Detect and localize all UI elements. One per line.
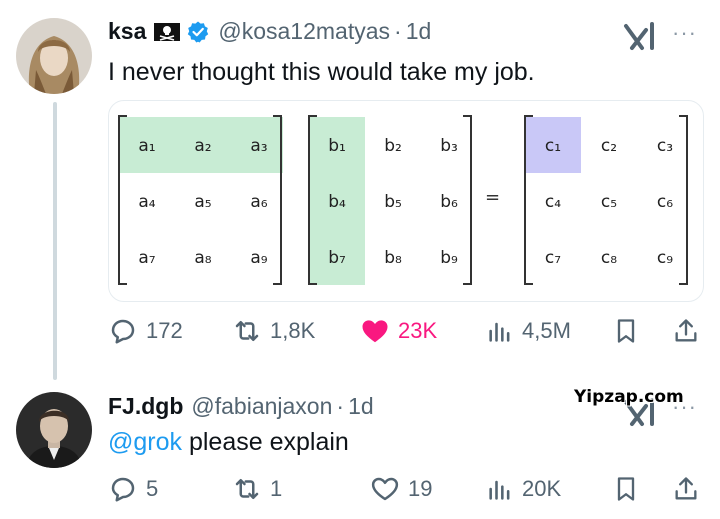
matrix-image[interactable]: a₁ a₂ a₃ a₄ a₅ a₆ a₇ a₈ a₉ b₁ b₂ b₃ b₄ b₅ b₆ b₇ b₈ b₉ = … <box>108 100 704 302</box>
handle[interactable]: @fabianjaxon <box>191 393 332 420</box>
bookmark-button[interactable] <box>612 474 640 504</box>
matrix-cell-b: b₄ <box>328 192 346 212</box>
like-count: 19 <box>408 476 433 501</box>
heart-filled-icon <box>362 320 388 343</box>
avatar-ksa[interactable] <box>16 18 92 94</box>
bookmark-icon <box>617 319 635 343</box>
matrix-cell-c: c₃ <box>657 136 673 156</box>
views-button[interactable]: 4,5M <box>486 316 571 346</box>
matrix-cell-a: a₅ <box>194 192 211 212</box>
reply-count: 5 <box>146 476 159 501</box>
tweet1-header: ksa @kosa12matyas · 1d <box>108 18 431 45</box>
matrix-b: b₁ b₂ b₃ b₄ b₅ b₆ b₇ b₈ b₉ <box>307 115 473 285</box>
repost-button[interactable]: 1,8K <box>232 316 315 346</box>
matrix-cell-a: a₆ <box>250 192 267 212</box>
share-button[interactable] <box>672 316 700 346</box>
bracket-right <box>679 115 688 285</box>
display-name[interactable]: FJ.dgb <box>108 393 183 420</box>
matrix-cell-a: a₈ <box>194 248 211 268</box>
b-matrix-svg: b₁ b₂ b₃ b₄ b₅ b₆ b₇ b₈ b₉ <box>308 115 472 285</box>
mention-link[interactable]: @grok <box>108 428 182 456</box>
matrix-cell-a: a₇ <box>138 248 155 268</box>
matrix-cell-c: c₅ <box>601 192 617 212</box>
matrix-cell-b: b₈ <box>384 248 402 268</box>
avatar-image <box>16 18 92 94</box>
bracket-right <box>463 115 472 285</box>
matrix-cell-a: a₁ <box>138 136 155 156</box>
tweet2-header: FJ.dgb @fabianjaxon · 1d <box>108 393 374 420</box>
bookmark-button[interactable] <box>612 316 640 346</box>
matrix-cell-b: b₁ <box>328 136 346 156</box>
display-name[interactable]: ksa <box>108 18 146 45</box>
watermark: Yipzap.com <box>574 387 684 407</box>
reply-count: 172 <box>146 318 183 343</box>
matrix-cell-c: c₂ <box>601 136 617 156</box>
a-matrix-svg: a₁ a₂ a₃ a₄ a₅ a₆ a₇ a₈ a₉ <box>118 115 287 285</box>
matrix-cell-c: c₉ <box>657 248 673 268</box>
tweet1-text: I never thought this would take my job. <box>108 58 535 86</box>
tweet1-actions: 172 1,8K 23K 4,5M <box>108 316 704 348</box>
like-count: 23K <box>398 318 438 343</box>
matrix-cell-c: c₈ <box>601 248 617 268</box>
grok-icon[interactable] <box>622 22 656 57</box>
matrix-cell-b: b₃ <box>440 136 458 156</box>
avatar-image <box>16 392 92 468</box>
matrix-cell-c: c₇ <box>545 248 561 268</box>
matrix-cell-b: b₉ <box>440 248 458 268</box>
matrix-cell-a: a₄ <box>138 192 155 212</box>
avatar-fjdgb[interactable] <box>16 392 92 468</box>
tweet2-actions: 5 1 19 20K <box>108 474 704 506</box>
heart-icon <box>371 477 399 501</box>
equals-sign: = <box>485 187 501 208</box>
matrix-c: c₁ c₂ c₃ c₄ c₅ c₆ c₇ c₈ c₉ <box>523 115 689 285</box>
share-icon <box>675 477 697 500</box>
repost-button[interactable]: 1 <box>232 474 282 504</box>
views-icon <box>489 480 510 500</box>
matrix-cell-a: a₂ <box>194 136 211 156</box>
matrix-cell-c: c₄ <box>545 192 561 212</box>
separator-dot: · <box>394 18 402 44</box>
reply-button[interactable]: 5 <box>108 474 158 504</box>
timestamp[interactable]: 1d <box>348 393 374 420</box>
handle[interactable]: @kosa12matyas <box>218 18 390 45</box>
more-icon[interactable]: ··· <box>672 20 697 46</box>
matrix-cell-b: b₂ <box>384 136 402 156</box>
separator-dot: · <box>336 393 345 419</box>
thread-line <box>53 102 57 380</box>
repost-icon <box>235 321 259 341</box>
share-button[interactable] <box>672 474 700 504</box>
reply-button[interactable]: 172 <box>108 316 183 346</box>
like-button[interactable]: 19 <box>370 474 432 504</box>
repost-count: 1 <box>270 476 283 501</box>
pirate-flag-icon <box>154 22 181 42</box>
repost-count: 1,8K <box>270 318 316 343</box>
tweet2-text: @grok please explain <box>108 428 349 457</box>
verified-icon <box>186 20 210 44</box>
matrix-cell-a: a₉ <box>250 248 267 268</box>
timestamp[interactable]: 1d <box>406 18 432 45</box>
reply-icon <box>111 477 135 502</box>
views-icon <box>489 322 510 342</box>
share-icon <box>675 319 697 342</box>
views-button[interactable]: 20K <box>486 474 561 504</box>
tweet2-body: please explain <box>182 428 349 456</box>
matrix-cell-b: b₇ <box>328 248 346 268</box>
matrix-cell-c: c₆ <box>657 192 673 212</box>
matrix-cell-a: a₃ <box>250 136 267 156</box>
views-count: 4,5M <box>522 318 571 343</box>
repost-icon <box>235 479 259 499</box>
like-button[interactable]: 23K <box>360 316 437 346</box>
views-count: 20K <box>522 476 562 501</box>
matrix-a: a₁ a₂ a₃ a₄ a₅ a₆ a₇ a₈ a₉ <box>117 115 287 285</box>
matrix-cell-b: b₆ <box>440 192 458 212</box>
matrix-cell-c: c₁ <box>545 136 561 156</box>
reply-icon <box>111 319 135 344</box>
c-matrix-svg: c₁ c₂ c₃ c₄ c₅ c₆ c₇ c₈ c₉ <box>524 115 688 285</box>
matrix-cell-b: b₅ <box>384 192 402 212</box>
bookmark-icon <box>617 477 635 501</box>
